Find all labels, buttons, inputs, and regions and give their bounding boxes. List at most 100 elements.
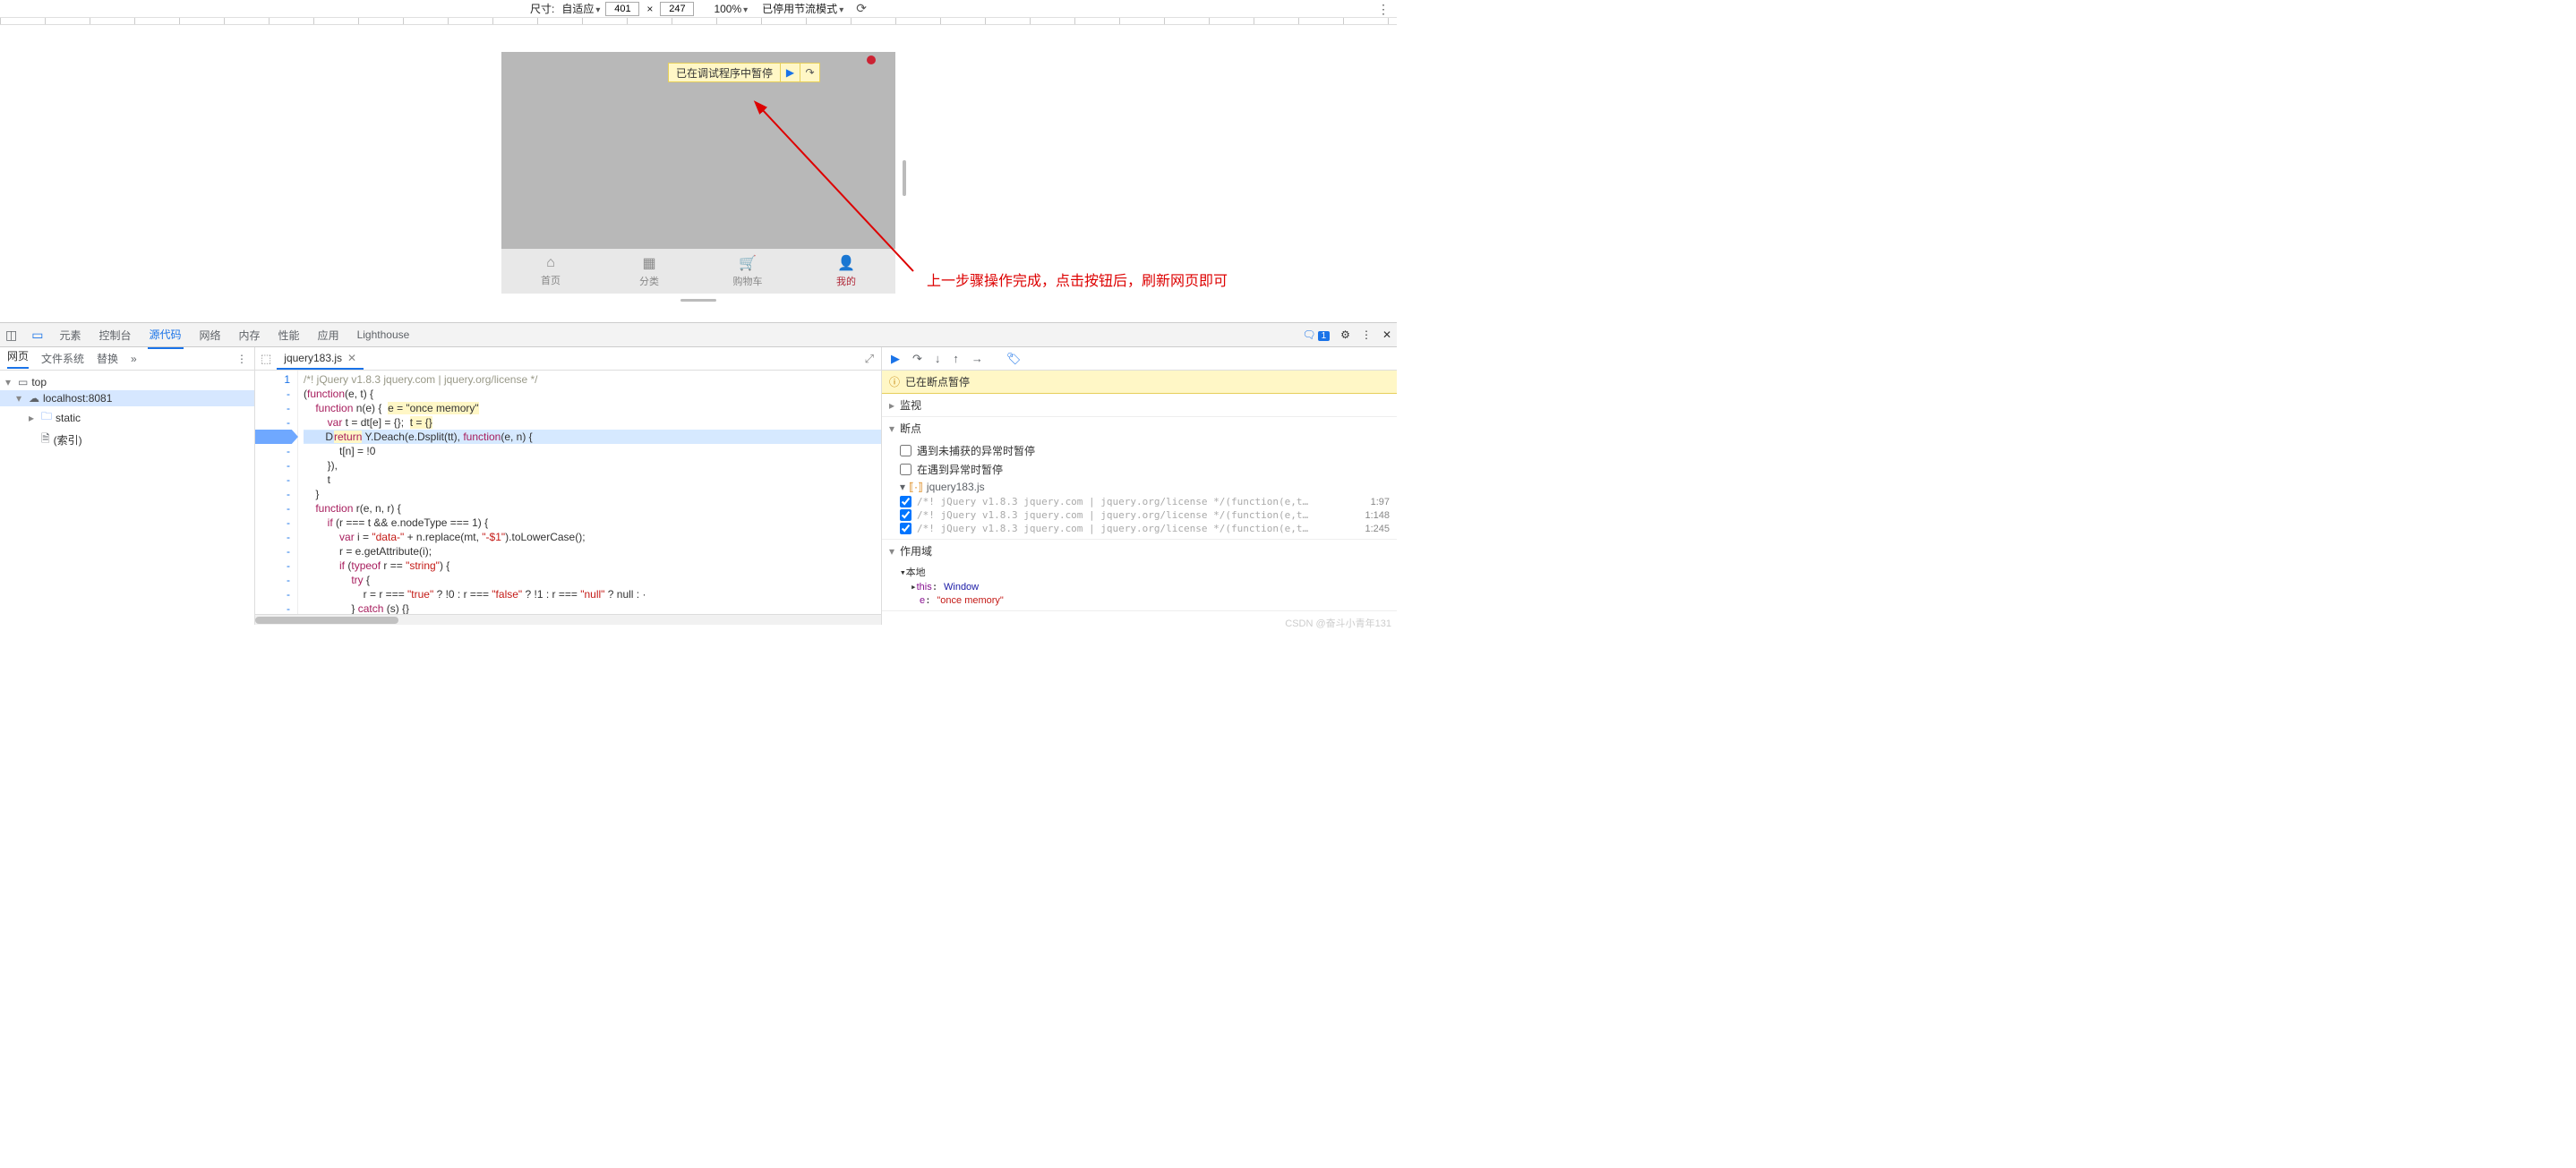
tab-lighthouse[interactable]: Lighthouse [355,323,412,346]
watermark: CSDN @奋斗小青年131 [1285,616,1391,630]
navigator-pane: 网页 文件系统 替换 » ⋮ ▭top ☁localhost:8081 🗀sta… [0,347,255,625]
device-toolbar: 尺寸: 自适应 × 100% 已停用节流模式 ⟳ ⋮ [0,0,1397,18]
tree-index[interactable]: 🗎(索引) [0,429,254,451]
tab-console[interactable]: 控制台 [97,322,133,348]
dim-x: × [646,3,653,15]
settings-icon[interactable]: ⚙ [1340,328,1350,341]
overlay-resume-button[interactable]: ▶ [780,63,800,82]
device-frame: 已在调试程序中暂停 ▶ ↷ ⌂首页 ▦分类 🛒购物车 👤我的 [501,52,895,294]
resize-handle-right[interactable] [903,160,906,196]
breakpoint-row[interactable]: /*! jQuery v1.8.3 jquery.com | jquery.or… [900,522,1390,535]
grid-icon: ▦ [642,254,655,272]
more-icon[interactable]: ⋮ [1377,2,1390,17]
scope-local[interactable]: ▾本地 [900,564,1390,580]
cloud-icon: ☁ [29,392,39,405]
file-tab-label: jquery183.js [284,352,342,364]
editor-pane: ⬚ jquery183.js ✕ ⤢ 1- -- -- -- -- -- -- … [255,347,882,625]
window-icon: ▭ [18,376,28,388]
pause-uncaught-checkbox[interactable]: 遇到未捕获的异常时暂停 [900,441,1390,460]
annotation-text: 上一步骤操作完成，点击按钮后，刷新网页即可 [927,269,1228,290]
editor-scrollbar[interactable] [255,614,881,625]
tab-category[interactable]: ▦分类 [600,249,698,294]
scope-header[interactable]: ▾作用域 [882,540,1397,562]
section-scope: ▾作用域 ▾本地 ▸this: Window e: "once memory" [882,540,1397,611]
folder-icon: 🗀 [41,408,52,427]
navtab-more-icon[interactable]: » [131,353,137,365]
tab-network[interactable]: 网络 [198,322,223,348]
editor-tabs: ⬚ jquery183.js ✕ ⤢ [255,347,881,371]
home-icon: ⌂ [546,255,555,271]
tab-mine[interactable]: 👤我的 [797,249,895,294]
tab-memory[interactable]: 内存 [237,322,262,348]
deactivate-breakpoints-button[interactable]: 🏷 [1006,352,1022,366]
debugger-pane: ▶ ↷ ↓ ↑ → 🏷 ⓘ 已在断点暂停 ▸监视 ▾断点 遇到未捕获的异常时暂停… [882,347,1397,625]
pause-overlay: 已在调试程序中暂停 ▶ ↷ [668,63,820,82]
tree-host[interactable]: ☁localhost:8081 [0,390,254,406]
close-icon[interactable]: ✕ [1382,328,1391,341]
sources-panel: 网页 文件系统 替换 » ⋮ ▭top ☁localhost:8081 🗀sta… [0,347,1397,625]
file-tree: ▭top ☁localhost:8081 🗀static 🗎(索引) [0,371,254,625]
info-icon: ⓘ [889,374,900,389]
step-out-button[interactable]: ↑ [953,352,959,365]
navtab-menu-icon[interactable]: ⋮ [236,353,247,365]
step-over-button[interactable]: ↷ [912,352,922,366]
width-input[interactable] [605,2,639,16]
inspect-icon[interactable]: ◫ [5,328,17,343]
throttle-select[interactable]: 已停用节流模式 [762,1,843,16]
tab-performance[interactable]: 性能 [277,322,302,348]
messages-icon[interactable]: 🗨1 [1302,328,1330,341]
size-label: 尺寸: [530,1,554,16]
height-input[interactable] [660,2,694,16]
navtab-replace[interactable]: 替换 [97,351,118,366]
tree-top[interactable]: ▭top [0,374,254,390]
resume-button[interactable]: ▶ [891,352,900,366]
more-icon[interactable]: ⋮ [1361,328,1372,341]
navigator-tabs: 网页 文件系统 替换 » ⋮ [0,347,254,371]
responsive-select[interactable]: 自适应 [561,1,600,16]
pause-text: 已在调试程序中暂停 [669,65,780,81]
tree-static[interactable]: 🗀static [0,406,254,429]
breakpoints-header[interactable]: ▾断点 [882,417,1397,439]
gutter[interactable]: 1- -- -- -- -- -- -- -- -- [255,371,298,614]
resize-handle-bottom[interactable] [501,295,895,304]
navtab-filesystem[interactable]: 文件系统 [41,351,84,366]
step-button[interactable]: → [971,352,983,365]
js-file-icon: ⟦·⟧ [909,481,923,493]
tab-cart[interactable]: 🛒购物车 [698,249,797,294]
navtab-page[interactable]: 网页 [7,348,29,369]
close-tab-icon[interactable]: ✕ [347,352,356,364]
recording-dot-icon [867,55,876,64]
tab-home[interactable]: ⌂首页 [501,249,600,294]
toggle-nav-icon[interactable]: ⬚ [261,352,271,366]
section-breakpoints: ▾断点 遇到未捕获的异常时暂停 在遇到异常时暂停 ▾⟦·⟧jquery183.j… [882,417,1397,540]
breakpoint-file[interactable]: ▾⟦·⟧jquery183.js [900,479,1390,495]
device-mode-icon[interactable]: ▭ [31,328,43,343]
tab-application[interactable]: 应用 [316,322,341,348]
device-area: 已在调试程序中暂停 ▶ ↷ ⌂首页 ▦分类 🛒购物车 👤我的 上一步骤操作完成，… [0,25,1397,322]
code-lines: /*! jQuery v1.8.3 jquery.com | jquery.or… [298,371,881,614]
pause-caught-checkbox[interactable]: 在遇到异常时暂停 [900,460,1390,479]
resize-handle-corner[interactable] [897,304,906,313]
breakpoint-row[interactable]: /*! jQuery v1.8.3 jquery.com | jquery.or… [900,495,1390,508]
tab-sources[interactable]: 源代码 [148,321,184,349]
tab-elements[interactable]: 元素 [57,322,82,348]
overlay-step-button[interactable]: ↷ [800,63,819,82]
step-into-button[interactable]: ↓ [935,352,941,365]
user-icon: 👤 [837,254,855,272]
mobile-tabbar: ⌂首页 ▦分类 🛒购物车 👤我的 [501,249,895,294]
maximize-icon[interactable]: ⤢ [865,352,874,366]
file-tab[interactable]: jquery183.js ✕ [277,348,364,370]
section-watch: ▸监视 [882,394,1397,417]
cart-icon: 🛒 [739,254,757,272]
scope-e[interactable]: e: "once memory" [900,593,1390,607]
paused-text: 已在断点暂停 [905,374,970,389]
rotate-icon[interactable]: ⟳ [856,1,867,16]
code-editor[interactable]: 1- -- -- -- -- -- -- -- -- /*! jQuery v1… [255,371,881,614]
breakpoint-row[interactable]: /*! jQuery v1.8.3 jquery.com | jquery.or… [900,508,1390,522]
debug-controls: ▶ ↷ ↓ ↑ → 🏷 [882,347,1397,371]
watch-header[interactable]: ▸监视 [882,394,1397,416]
ruler [0,18,1397,25]
file-icon: 🗎 [41,431,50,449]
scope-this[interactable]: ▸this: Window [900,580,1390,593]
zoom-select[interactable]: 100% [714,3,748,15]
